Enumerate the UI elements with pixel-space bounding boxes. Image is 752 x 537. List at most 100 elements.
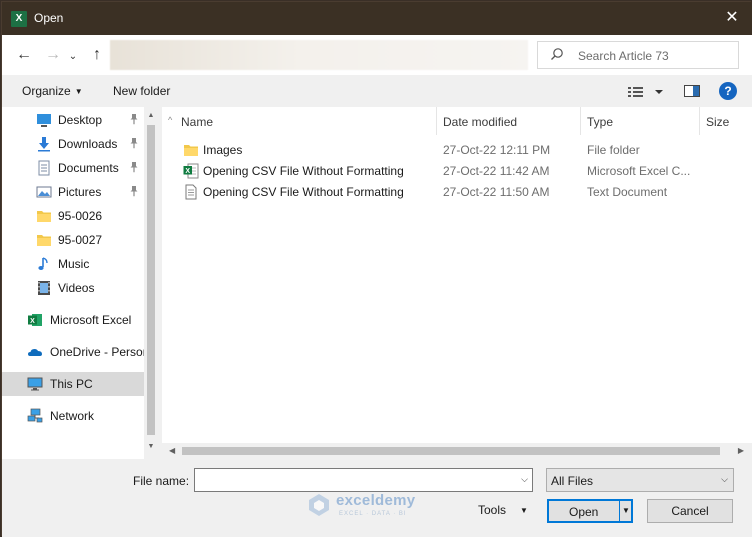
sidebar-item-videos[interactable]: Videos [2,276,144,300]
file-row[interactable]: X Opening CSV File Without Formatting 27-O… [162,160,752,181]
tools-caret-icon: ▼ [520,506,528,515]
file-row[interactable]: Opening CSV File Without Formatting 27-Oc… [162,181,752,202]
up-button[interactable]: ↑ [86,45,108,65]
sidebar-item-downloads[interactable]: Downloads [2,132,144,156]
navigation-scrollbar[interactable]: ▲ ▼ [144,107,158,459]
file-type-cell: Text Document [587,185,668,199]
excel-icon: X [27,312,43,328]
folder-icon [183,142,199,158]
sidebar-item-label: Music [58,257,90,271]
sidebar-item-95-0027[interactable]: 95-0027 [2,228,144,252]
sidebar-item-pictures[interactable]: Pictures [2,180,144,204]
scroll-down-icon[interactable]: ▼ [146,443,156,453]
pin-icon[interactable] [128,185,140,197]
scroll-left-icon[interactable]: ◀ [169,446,175,455]
tools-button[interactable]: Tools ▼ [478,503,528,517]
sidebar-item-label: This PC [50,377,93,391]
sidebar-item-label: 95-0026 [58,209,103,223]
exceldemy-watermark: exceldemy EXCEL · DATA · BI [306,492,415,521]
sidebar-item-label: Microsoft Excel [50,313,132,327]
search-icon [551,48,563,60]
file-type-filter-value: All Files [551,474,594,488]
pictures-icon [36,184,52,200]
svg-text:X: X [185,168,190,175]
sidebar-item-microsoft-excel[interactable]: X Microsoft Excel [2,308,144,332]
title-bar: X Open ✕ [2,2,752,35]
open-options-icon[interactable]: ▼ [622,506,630,515]
address-bar[interactable] [110,40,528,70]
sort-ascending-icon: ^ [168,115,173,125]
organize-caret-icon: ▼ [74,87,83,96]
forward-button[interactable]: → [42,45,64,65]
sidebar-item-documents[interactable]: Documents [2,156,144,180]
horizontal-scroll-thumb[interactable] [182,447,720,455]
file-name-input[interactable]: ⌵ [194,468,533,492]
search-placeholder: Search Article 73 [578,49,669,63]
sidebar-item-95-0026[interactable]: 95-0026 [2,204,144,228]
new-folder-button[interactable]: New folder [113,84,170,98]
pin-icon[interactable] [128,113,140,125]
sidebar-item-desktop[interactable]: Desktop [2,108,144,132]
bottom-panel: File name: ⌵ All Files ⌵ exceldemy EXCEL… [2,459,752,537]
folder-icon [36,208,52,224]
organize-button[interactable]: Organize ▼ [22,84,83,98]
open-button[interactable]: Open ▼ [547,499,633,523]
scroll-up-icon[interactable]: ▲ [146,112,156,122]
sidebar-item-label: Network [50,409,95,423]
column-size-label: Size [706,115,730,129]
recent-locations-button[interactable]: ⌄ [62,47,84,67]
sidebar-item-music[interactable]: Music [2,252,144,276]
column-header-type[interactable]: Type [581,107,700,135]
pin-icon[interactable] [128,161,140,173]
videos-icon [36,280,52,296]
sidebar-item-label: 95-0027 [58,233,103,247]
cancel-button[interactable]: Cancel [647,499,733,523]
date-modified-cell: 27-Oct-22 12:11 PM [443,143,551,157]
organize-label: Organize [22,84,71,98]
watermark-name: exceldemy [336,492,416,509]
dialog-title: Open [34,11,64,25]
file-list-scrollbar[interactable]: ◀ ▶ [162,443,752,459]
file-type-filter[interactable]: All Files ⌵ [546,468,734,492]
sidebar-item-this-pc[interactable]: This PC [2,372,144,396]
chevron-down-icon[interactable]: ⌵ [521,474,528,485]
downloads-icon [36,136,52,152]
help-icon[interactable]: ? [719,82,737,100]
documents-icon [36,160,52,176]
command-bar: Organize ▼ New folder ? [2,75,752,107]
onedrive-icon [27,344,43,360]
navigation-bar: ← → ⌄ ↑ Search Article 73 [2,35,752,75]
column-header-date[interactable]: Date modified [437,107,581,135]
pin-icon[interactable] [128,137,140,149]
column-name-label: Name [181,115,214,129]
scroll-thumb[interactable] [147,125,155,435]
sidebar-item-label: Desktop [58,113,103,127]
column-type-label: Type [587,115,614,129]
sidebar-item-label: Downloads [58,137,118,151]
sidebar-item-label: Videos [58,281,95,295]
navigation-pane: Desktop Downloads Documents Pictures 95-0026… [2,107,158,459]
sidebar-item-label: OneDrive - Person [50,345,150,359]
column-date-label: Date modified [443,115,518,129]
column-header-name[interactable]: ^ Name [162,107,437,135]
preview-pane-icon[interactable] [683,82,701,100]
this-pc-icon [27,376,43,392]
sidebar-item-onedrive-person[interactable]: OneDrive - Person [2,340,149,364]
tools-label: Tools [478,503,507,517]
close-button[interactable]: ✕ [720,6,744,30]
sidebar-item-network[interactable]: Network [2,404,144,428]
exceldemy-logo-icon [309,494,329,516]
back-button[interactable]: ← [13,45,35,65]
file-name-cell: Opening CSV File Without Formatting [203,185,404,199]
file-row[interactable]: Images 27-Oct-22 12:11 PM File folder [162,139,752,160]
chevron-down-icon[interactable]: ⌵ [721,474,728,485]
date-modified-cell: 27-Oct-22 11:42 AM [443,164,550,178]
text-document-icon [183,184,199,200]
search-box[interactable]: Search Article 73 [537,41,739,69]
scroll-right-icon[interactable]: ▶ [738,446,744,455]
file-list: ^ Name Date modified Type Size Images 27-… [162,107,752,443]
sidebar-item-label: Documents [58,161,119,175]
column-header-size[interactable]: Size [700,107,752,135]
watermark-tagline: EXCEL · DATA · BI [339,511,407,517]
change-view-icon[interactable] [628,84,664,100]
